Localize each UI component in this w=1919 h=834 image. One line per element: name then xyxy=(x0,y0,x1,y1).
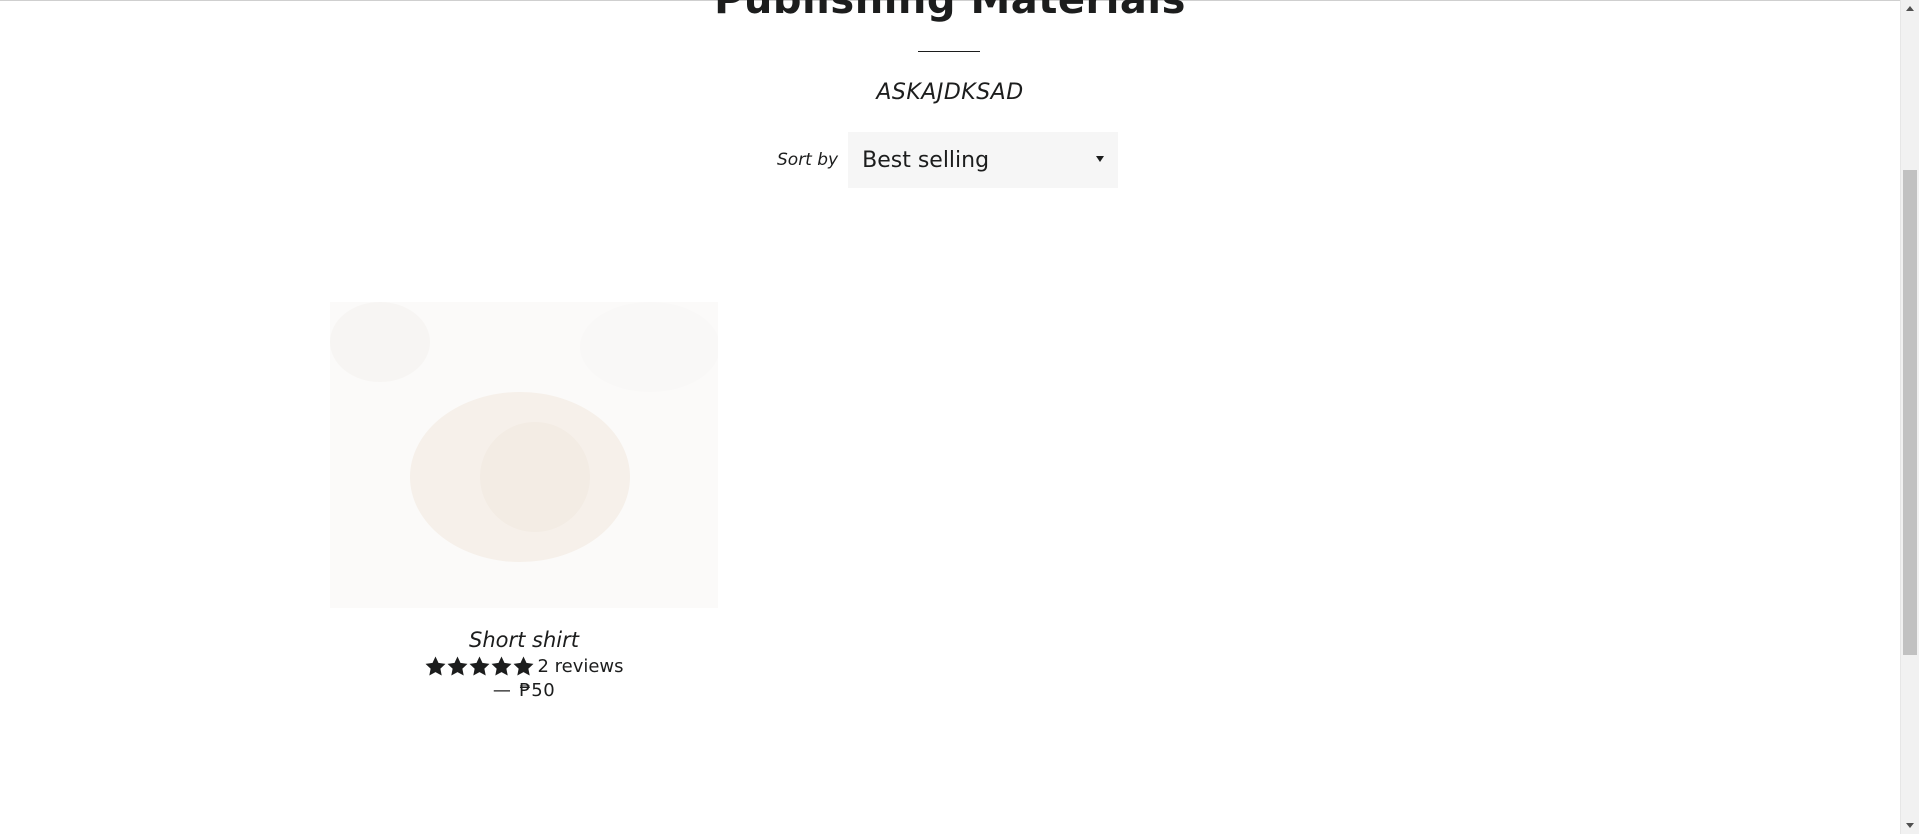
scroll-up-arrow-icon[interactable] xyxy=(1906,6,1914,11)
star-icon xyxy=(491,656,512,676)
page: Publishing Materials ASKAJDKSAD Sort by … xyxy=(0,0,1919,834)
caret-down-icon xyxy=(1096,156,1105,162)
price-dash: — xyxy=(492,680,512,701)
star-icon xyxy=(469,656,490,676)
sort-selected-value: Best selling xyxy=(862,147,990,173)
product-price-row: — ₱50 xyxy=(330,680,718,701)
reviews-count: 2 reviews xyxy=(537,656,624,677)
sort-label: Sort by xyxy=(777,150,839,170)
image-shape xyxy=(330,302,430,382)
collection-title: Publishing Materials xyxy=(714,0,1186,23)
product-title[interactable]: Short shirt xyxy=(330,628,718,652)
product-card[interactable]: Short shirt 2 reviews — ₱50 xyxy=(330,302,718,701)
rating-stars xyxy=(424,656,534,677)
title-divider xyxy=(918,51,980,52)
star-icon xyxy=(513,656,534,676)
product-image[interactable] xyxy=(330,302,718,608)
sort-select[interactable]: Best selling xyxy=(848,132,1119,188)
product-price: ₱50 xyxy=(519,680,556,701)
collection-description: ASKAJDKSAD xyxy=(876,80,1024,105)
image-shape xyxy=(580,302,718,392)
sort-control: Sort by Best selling xyxy=(777,132,1119,188)
star-icon xyxy=(425,656,446,676)
scroll-down-arrow-icon[interactable] xyxy=(1906,823,1914,828)
vertical-scrollbar[interactable] xyxy=(1900,0,1919,834)
scroll-thumb[interactable] xyxy=(1903,170,1917,655)
image-shape xyxy=(480,422,590,532)
star-icon xyxy=(447,656,468,676)
product-reviews: 2 reviews xyxy=(330,656,718,677)
